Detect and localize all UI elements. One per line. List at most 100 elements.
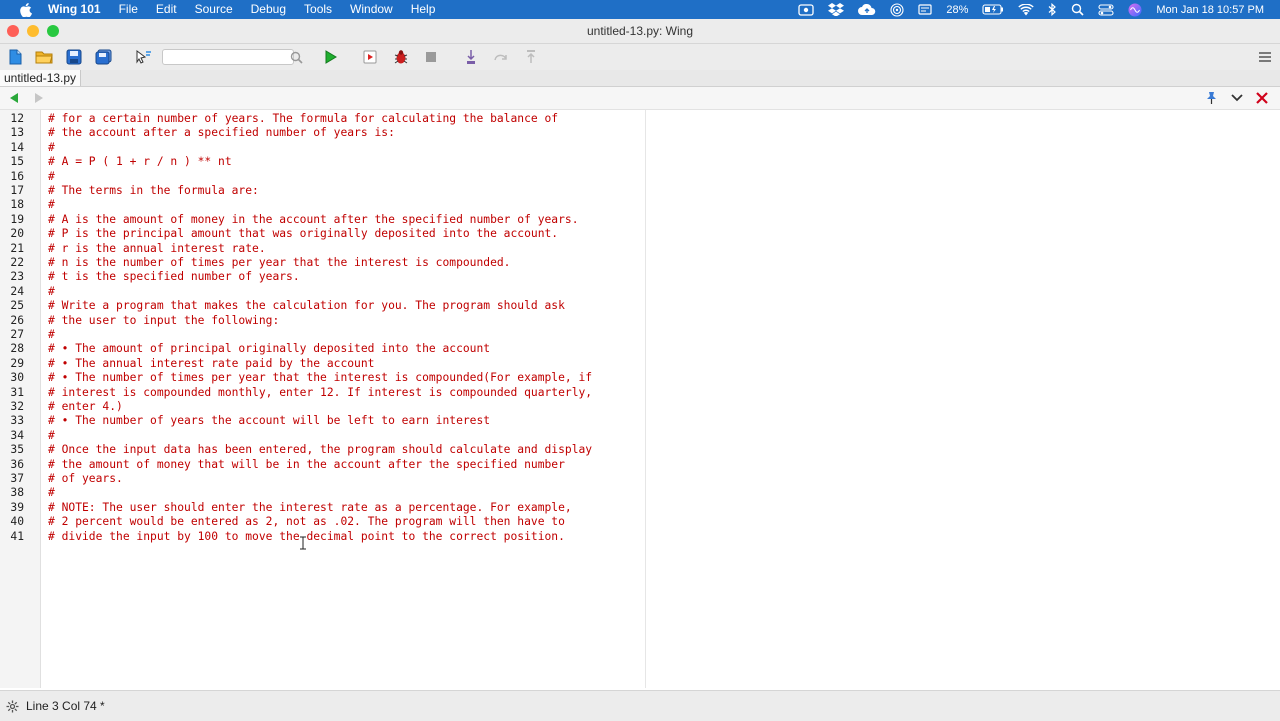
back-arrow-icon[interactable]: [5, 89, 23, 107]
save-icon[interactable]: [65, 48, 83, 66]
tab-untitled-13[interactable]: untitled-13.py: [0, 70, 82, 86]
open-folder-icon[interactable]: [35, 48, 53, 66]
hamburger-menu-icon[interactable]: [1256, 48, 1274, 66]
pointer-select-icon[interactable]: [134, 48, 152, 66]
search-icon[interactable]: [287, 48, 305, 66]
line-number: 20: [10, 227, 24, 241]
code-text[interactable]: # r is the annual interest rate.: [48, 242, 266, 256]
battery-icon[interactable]: [982, 4, 1004, 15]
debug-bug-icon[interactable]: [392, 48, 410, 66]
chevron-down-icon[interactable]: [1228, 89, 1246, 107]
line-number: 38: [10, 486, 24, 500]
code-text[interactable]: # enter 4.): [48, 400, 123, 414]
line-number: 34: [10, 428, 24, 442]
close-icon[interactable]: [1253, 89, 1271, 107]
search-input[interactable]: [162, 49, 294, 65]
code-text[interactable]: #: [48, 429, 55, 443]
line-number: 22: [10, 256, 24, 269]
line-number: 37: [10, 472, 24, 485]
bluetooth-icon[interactable]: [1048, 3, 1057, 16]
code-text[interactable]: # • The number of times per year that th…: [48, 371, 592, 385]
line-number: 31: [10, 385, 24, 399]
stop-icon[interactable]: [422, 48, 440, 66]
siri-icon[interactable]: [1128, 3, 1142, 17]
line-number: 23: [10, 270, 24, 284]
menu-help[interactable]: Help: [411, 0, 436, 19]
spotlight-search-icon[interactable]: [1071, 3, 1084, 16]
wifi-icon[interactable]: [1018, 3, 1035, 16]
line-number: 36: [10, 457, 24, 471]
step-into-icon[interactable]: [462, 48, 480, 66]
forward-arrow-icon[interactable]: [30, 89, 48, 107]
screen-record-icon[interactable]: [798, 3, 814, 16]
cursor-position-status: Line 3 Col 74 *: [26, 699, 105, 713]
menu-app-name[interactable]: Wing 101: [48, 0, 101, 19]
code-text[interactable]: #: [48, 285, 55, 299]
line-number: 39: [10, 500, 24, 514]
code-text[interactable]: #: [48, 328, 55, 342]
save-all-icon[interactable]: [95, 48, 113, 66]
airdrop-icon[interactable]: [890, 2, 904, 17]
code-text[interactable]: # 2 percent would be entered as 2, not a…: [48, 515, 565, 529]
step-out-icon[interactable]: [522, 48, 540, 66]
code-text[interactable]: # • The number of years the account will…: [48, 414, 490, 428]
line-number: 29: [10, 356, 24, 370]
code-text[interactable]: #: [48, 141, 55, 155]
pin-icon[interactable]: [1202, 89, 1220, 107]
code-text[interactable]: # Write a program that makes the calcula…: [48, 299, 565, 313]
code-text[interactable]: #: [48, 486, 55, 500]
editor-nav-row: [0, 87, 1280, 110]
code-text[interactable]: # The terms in the formula are:: [48, 184, 259, 198]
step-over-icon[interactable]: [492, 48, 510, 66]
code-text[interactable]: # P is the principal amount that was ori…: [48, 227, 558, 241]
code-text[interactable]: # t is the specified number of years.: [48, 270, 300, 284]
code-editor[interactable]: 12 # for a certain number of years. The f…: [0, 110, 1280, 688]
menu-tools[interactable]: Tools: [304, 0, 332, 19]
status-bar: Line 3 Col 74 *: [0, 690, 1280, 721]
dropbox-icon[interactable]: [828, 3, 845, 16]
code-text[interactable]: # interest is compounded monthly, enter …: [48, 386, 592, 400]
code-text[interactable]: #: [48, 170, 55, 184]
print-margin-line: [645, 110, 646, 688]
window-titlebar: untitled-13.py: Wing: [0, 19, 1280, 44]
menu-source[interactable]: Source: [195, 0, 233, 19]
code-text[interactable]: # Once the input data has been entered, …: [48, 443, 592, 457]
cloud-upload-icon[interactable]: [858, 3, 876, 16]
code-text[interactable]: #: [48, 198, 55, 212]
run-icon[interactable]: [322, 48, 340, 66]
control-center-icon[interactable]: [1098, 3, 1114, 16]
code-text[interactable]: # • The amount of principal originally d…: [48, 342, 490, 356]
menu-debug[interactable]: Debug: [251, 0, 286, 19]
macos-menubar: Wing 101 File Edit Source Debug Tools Wi…: [0, 0, 1280, 19]
new-file-icon[interactable]: [6, 48, 24, 66]
editor-tab-strip: untitled-13.py: [0, 70, 1280, 87]
apple-icon[interactable]: [18, 2, 34, 18]
code-text[interactable]: # NOTE: The user should enter the intere…: [48, 501, 572, 515]
code-text[interactable]: # of years.: [48, 472, 123, 486]
line-number: 17: [10, 184, 24, 197]
line-number: 30: [10, 371, 24, 385]
line-number: 25: [10, 299, 24, 313]
battery-percent: 28%: [946, 3, 969, 16]
menu-file[interactable]: File: [119, 0, 138, 19]
line-number: 26: [10, 313, 24, 327]
code-text[interactable]: # the user to input the following:: [48, 314, 279, 328]
line-number: 16: [10, 169, 24, 183]
code-text[interactable]: # the amount of money that will be in th…: [48, 458, 565, 472]
clock[interactable]: Mon Jan 18 10:57 PM: [1156, 4, 1264, 16]
menu-window[interactable]: Window: [350, 0, 393, 19]
menu-edit[interactable]: Edit: [156, 0, 177, 19]
gear-icon[interactable]: [6, 700, 19, 718]
line-number: 41: [10, 529, 24, 543]
code-text[interactable]: # A is the amount of money in the accoun…: [48, 213, 579, 227]
code-text[interactable]: # for a certain number of years. The for…: [48, 112, 558, 126]
line-number: 27: [10, 328, 24, 341]
stop-debug-icon[interactable]: [361, 48, 379, 66]
code-text[interactable]: # the account after a specified number o…: [48, 126, 395, 140]
line-number: 14: [10, 140, 24, 154]
code-text[interactable]: # • The annual interest rate paid by the…: [48, 357, 374, 371]
display-icon[interactable]: [918, 3, 932, 16]
line-number: 18: [10, 198, 24, 212]
code-text[interactable]: # A = P ( 1 + r / n ) ** nt: [48, 155, 232, 169]
code-text[interactable]: # n is the number of times per year that…: [48, 256, 511, 270]
